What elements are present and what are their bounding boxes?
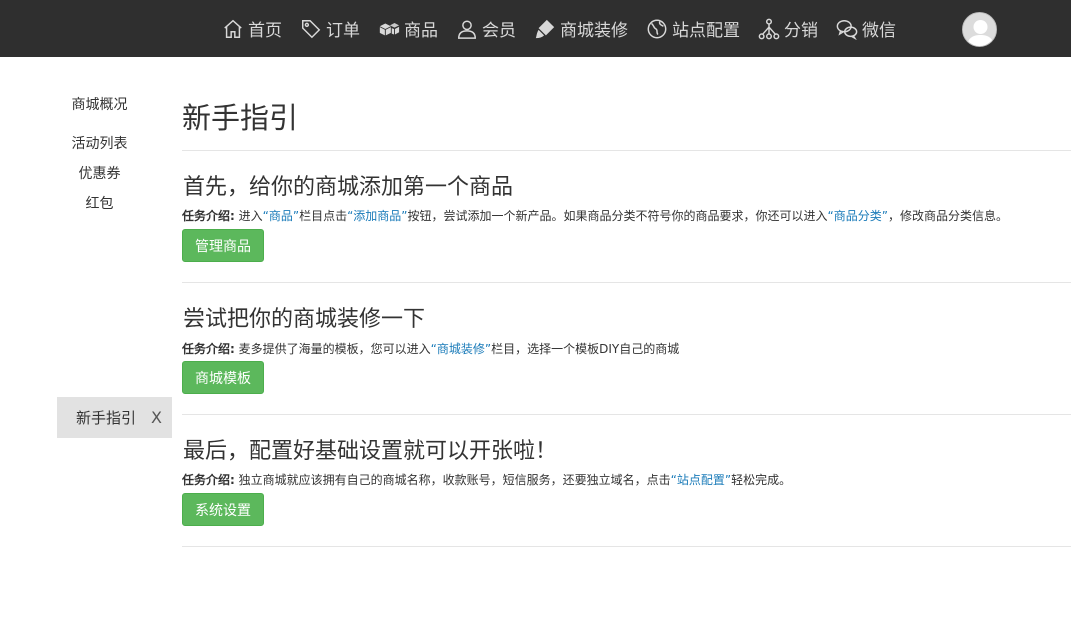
tag-icon	[302, 19, 321, 38]
sidebar-item-coupons[interactable]: 优惠券	[57, 163, 142, 183]
step-3-desc-text: 独立商城就应该拥有自己的商城名称，收款账号，短信服务，还要独立域名，点击	[234, 473, 671, 487]
nav-label-products: 商品	[404, 21, 438, 41]
system-settings-button[interactable]: 系统设置	[182, 493, 264, 526]
step-1-desc-text: 栏目点击	[299, 209, 348, 223]
nav-label-members: 会员	[482, 21, 516, 41]
nav-label-home: 首页	[248, 21, 282, 41]
manage-products-button[interactable]: 管理商品	[182, 229, 264, 262]
step-3-title: 最后，配置好基础设置就可以开张啦！	[183, 439, 558, 464]
link-site-config[interactable]: “站点配置”	[671, 473, 731, 487]
sidebar-item-overview[interactable]: 商城概况	[57, 94, 142, 114]
avatar-silhouette	[963, 13, 996, 46]
sidebar-item-red-packets[interactable]: 红包	[57, 193, 142, 213]
link-store-decoration[interactable]: “商城装修”	[431, 342, 491, 356]
avatar[interactable]	[962, 12, 997, 47]
top-navigation-bar: 首页 订单 商品 会员 商城装修 站点配置 分销 微信	[0, 0, 1071, 57]
main-content: 新手指引 首先，给你的商城添加第一个商品 任务介绍: 进入“商品”栏目点击“添加…	[182, 57, 1071, 621]
main-nav: 首页 订单 商品 会员 商城装修 站点配置 分销 微信	[222, 0, 914, 57]
nav-item-members[interactable]: 会员	[456, 16, 516, 41]
guide-tab[interactable]: 新手指引 X	[57, 397, 172, 438]
nav-item-site-config[interactable]: 站点配置	[646, 16, 740, 41]
nav-item-distribution[interactable]: 分销	[758, 16, 818, 41]
step-3-desc-label: 任务介绍:	[182, 473, 235, 487]
step-1-desc-text: 按钮，尝试添加一个新产品。如果商品分类不符号你的商品要求，你还可以进入	[407, 209, 828, 223]
link-add-product[interactable]: “添加商品”	[347, 209, 407, 223]
nav-item-orders[interactable]: 订单	[300, 16, 360, 41]
nav-label-orders: 订单	[326, 21, 360, 41]
user-icon	[458, 19, 476, 39]
network-icon	[758, 18, 780, 39]
page-title: 新手指引	[182, 101, 299, 135]
nav-item-products[interactable]: 商品	[378, 16, 438, 41]
step-2-description: 任务介绍: 麦多提供了海量的模板，您可以进入“商城装修”栏目，选择一个模板DIY…	[182, 340, 679, 357]
store-templates-button[interactable]: 商城模板	[182, 361, 264, 394]
step-1-desc-text: ，修改商品分类信息。	[887, 209, 1008, 223]
sidebar-item-activities[interactable]: 活动列表	[57, 133, 142, 153]
globe-icon	[647, 19, 667, 38]
wechat-icon	[836, 19, 858, 40]
link-products[interactable]: “商品”	[263, 209, 299, 223]
nav-label-wechat: 微信	[862, 21, 896, 41]
guide-tab-label: 新手指引	[76, 409, 137, 427]
link-product-category[interactable]: “商品分类”	[828, 209, 888, 223]
divider	[182, 282, 1071, 283]
step-1-desc-label: 任务介绍:	[182, 209, 235, 223]
divider	[182, 150, 1071, 151]
home-icon	[224, 19, 242, 38]
sidebar: 商城概况 活动列表 优惠券 红包 新手指引 X	[57, 57, 172, 621]
nav-item-home[interactable]: 首页	[222, 16, 282, 41]
divider	[182, 546, 1071, 547]
guide-tab-close-button[interactable]: X	[151, 408, 162, 427]
divider	[182, 414, 1071, 415]
brush-icon	[535, 19, 555, 38]
step-2-title: 尝试把你的商城装修一下	[183, 307, 426, 332]
boxes-icon	[379, 22, 400, 35]
step-1-description: 任务介绍: 进入“商品”栏目点击“添加商品”按钮，尝试添加一个新产品。如果商品分…	[182, 207, 1008, 224]
nav-label-distribution: 分销	[784, 21, 818, 41]
nav-label-decoration: 商城装修	[560, 21, 628, 41]
step-1-desc-text: 进入	[234, 209, 263, 223]
nav-label-site-config: 站点配置	[672, 21, 740, 41]
nav-item-decoration[interactable]: 商城装修	[534, 16, 628, 41]
step-2-desc-text: 栏目，选择一个模板DIY自己的商城	[491, 342, 680, 356]
step-3-desc-text: 轻松完成。	[731, 473, 792, 487]
step-2-desc-label: 任务介绍:	[182, 342, 235, 356]
step-3-description: 任务介绍: 独立商城就应该拥有自己的商城名称，收款账号，短信服务，还要独立域名，…	[182, 471, 791, 488]
nav-item-wechat[interactable]: 微信	[836, 16, 896, 41]
step-1-title: 首先，给你的商城添加第一个商品	[183, 175, 514, 200]
step-2-desc-text: 麦多提供了海量的模板，您可以进入	[234, 342, 431, 356]
